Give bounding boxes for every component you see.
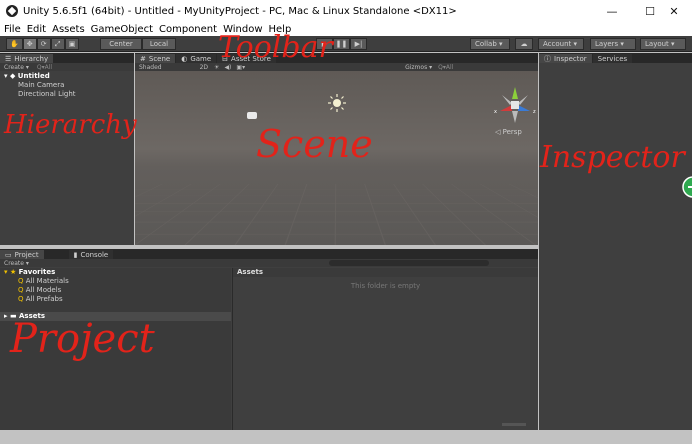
tab-hierarchy[interactable]: ☰ Hierarchy: [0, 54, 54, 63]
close-button[interactable]: ✕: [656, 0, 692, 22]
hierarchy-scene-row[interactable]: ▾ ◆ Untitled: [0, 72, 134, 81]
inspector-panel: ⓘ Inspector Services: [539, 53, 692, 430]
tab-asset-store[interactable]: ⊟ Asset Store: [217, 54, 276, 63]
console-icon: ▮: [73, 250, 78, 259]
pacman-icon: ◐: [181, 54, 188, 63]
pivot-center-button[interactable]: Center: [100, 38, 142, 50]
tab-inspector[interactable]: ⓘ Inspector: [539, 54, 592, 63]
svg-text:z: z: [533, 109, 536, 115]
menu-component[interactable]: Component: [159, 24, 217, 35]
scene-search-input[interactable]: Q▾All: [438, 64, 453, 71]
fav-all-prefabs[interactable]: Q All Prefabs: [0, 295, 231, 304]
menu-window[interactable]: Window: [223, 24, 262, 35]
search-icon: Q: [18, 295, 26, 303]
tab-project[interactable]: ▭ Project: [0, 250, 44, 259]
step-button-icon[interactable]: ▶|: [350, 38, 367, 50]
scene-grid: [135, 183, 538, 245]
scene-toolbar: Shaded 2D ☀ ◀) ▣▾ Gizmos ▾ Q▾All: [135, 63, 538, 71]
folder-icon: ▭: [5, 250, 12, 259]
audio-toggle-icon[interactable]: ◀): [224, 64, 231, 71]
orientation-gizmo-icon[interactable]: x z: [490, 85, 538, 125]
store-icon: ⊟: [222, 54, 229, 63]
scale-tool-icon[interactable]: ⤢: [50, 38, 65, 50]
project-assets-view: Assets This folder is empty: [232, 268, 538, 430]
search-icon: Q: [18, 286, 26, 294]
shading-mode-dropdown[interactable]: Shaded: [139, 64, 162, 71]
project-toolbar: Create ▾: [0, 259, 538, 267]
scene-name: Untitled: [17, 72, 50, 80]
light-toggle-icon[interactable]: ☀: [214, 64, 219, 71]
tab-services[interactable]: Services: [592, 54, 633, 63]
menu-file[interactable]: File: [4, 24, 21, 35]
transform-tools: ✋ ✥ ⟳ ⤢ ▣: [6, 38, 80, 50]
menu-help[interactable]: Help: [269, 24, 292, 35]
hierarchy-item-directional-light[interactable]: Directional Light: [0, 90, 134, 99]
fav-all-materials[interactable]: Q All Materials: [0, 277, 231, 286]
empty-folder-message: This folder is empty: [350, 282, 421, 290]
cloud-icon[interactable]: ☁: [515, 38, 533, 50]
account-dropdown[interactable]: Account ▾: [538, 38, 584, 50]
star-icon: ▾ ★: [4, 268, 19, 276]
pause-button-icon[interactable]: ❚❚: [333, 38, 350, 50]
hand-tool-icon[interactable]: ✋: [6, 38, 23, 50]
toolbar: ✋ ✥ ⟳ ⤢ ▣ Center Local ▶ ❚❚ ▶| Collab ▾ …: [0, 36, 692, 52]
hierarchy-tree: ▾ ◆ Untitled Main Camera Directional Lig…: [0, 72, 134, 99]
camera-icon[interactable]: [247, 112, 257, 119]
hierarchy-create-dropdown[interactable]: Create ▾: [4, 64, 29, 71]
project-panel: ▭ Project ▮ Console Create ▾ ▾ ★ Favorites…: [0, 249, 538, 430]
hierarchy-tab-label: Hierarchy: [14, 54, 49, 63]
icon-size-slider[interactable]: [502, 423, 526, 426]
menu-gameobject[interactable]: GameObject: [91, 24, 153, 35]
svg-text:x: x: [494, 109, 497, 115]
collab-dropdown[interactable]: Collab ▾: [470, 38, 510, 50]
tab-game[interactable]: ◐ Game: [176, 54, 217, 63]
2d-toggle[interactable]: 2D: [200, 64, 208, 71]
unity-logo-icon: [6, 5, 18, 17]
menu-assets[interactable]: Assets: [52, 24, 85, 35]
scene-panel: # Scene ◐ Game ⊟ Asset Store Shaded 2D ☀ ◀)…: [135, 53, 538, 245]
gizmos-dropdown[interactable]: Gizmos ▾: [405, 64, 432, 71]
hierarchy-search-input[interactable]: Q▾All: [37, 64, 52, 71]
assets-header: Assets: [233, 268, 538, 277]
layers-dropdown[interactable]: Layers ▾: [590, 38, 636, 50]
menu-edit[interactable]: Edit: [27, 24, 46, 35]
pivot-local-button[interactable]: Local: [142, 38, 176, 50]
window-title: Unity 5.6.5f1 (64bit) - Untitled - MyUni…: [23, 5, 457, 17]
directional-light-icon[interactable]: [328, 94, 346, 112]
status-bar: [0, 430, 692, 444]
rect-tool-icon[interactable]: ▣: [64, 38, 80, 50]
hierarchy-item-main-camera[interactable]: Main Camera: [0, 81, 134, 90]
assets-folder-row[interactable]: ▸ ▬ Assets: [0, 312, 231, 321]
hierarchy-toolbar: Create ▾ Q▾All: [0, 63, 134, 71]
layout-dropdown[interactable]: Layout ▾: [640, 38, 686, 50]
move-tool-icon[interactable]: ✥: [22, 38, 37, 50]
rotate-tool-icon[interactable]: ⟳: [36, 38, 51, 50]
grid-icon: #: [140, 54, 146, 63]
scene-viewport[interactable]: x z ◁ Persp: [135, 71, 538, 245]
project-search-input[interactable]: [328, 260, 489, 266]
project-folder-tree: ▾ ★ Favorites Q All Materials Q All Mode…: [0, 268, 231, 430]
floating-action-button-icon[interactable]: [682, 176, 692, 198]
perspective-label[interactable]: ◁ Persp: [495, 128, 522, 136]
fav-all-models[interactable]: Q All Models: [0, 286, 231, 295]
folder-icon: ▸ ▬: [4, 312, 20, 320]
menu-bar: File Edit Assets GameObject Component Wi…: [0, 22, 692, 36]
tab-console[interactable]: ▮ Console: [68, 250, 114, 259]
effects-toggle-icon[interactable]: ▣▾: [236, 64, 245, 71]
favorites-row[interactable]: ▾ ★ Favorites: [0, 268, 231, 277]
minimize-button[interactable]: —: [594, 0, 630, 22]
playback-controls: ▶ ❚❚ ▶|: [316, 38, 367, 50]
info-icon: ⓘ: [544, 54, 551, 63]
project-create-dropdown[interactable]: Create ▾: [4, 260, 29, 267]
window-titlebar: Unity 5.6.5f1 (64bit) - Untitled - MyUni…: [0, 0, 692, 22]
hierarchy-panel: ☰ Hierarchy Create ▾ Q▾All ▾ ◆ Untitled …: [0, 53, 134, 245]
search-icon: Q: [18, 277, 26, 285]
list-icon: ☰: [5, 54, 12, 63]
tab-scene[interactable]: # Scene: [135, 54, 176, 63]
play-button-icon[interactable]: ▶: [316, 38, 333, 50]
pivot-controls: Center Local: [100, 38, 176, 50]
unity-scene-icon: ▾ ◆: [4, 72, 18, 80]
